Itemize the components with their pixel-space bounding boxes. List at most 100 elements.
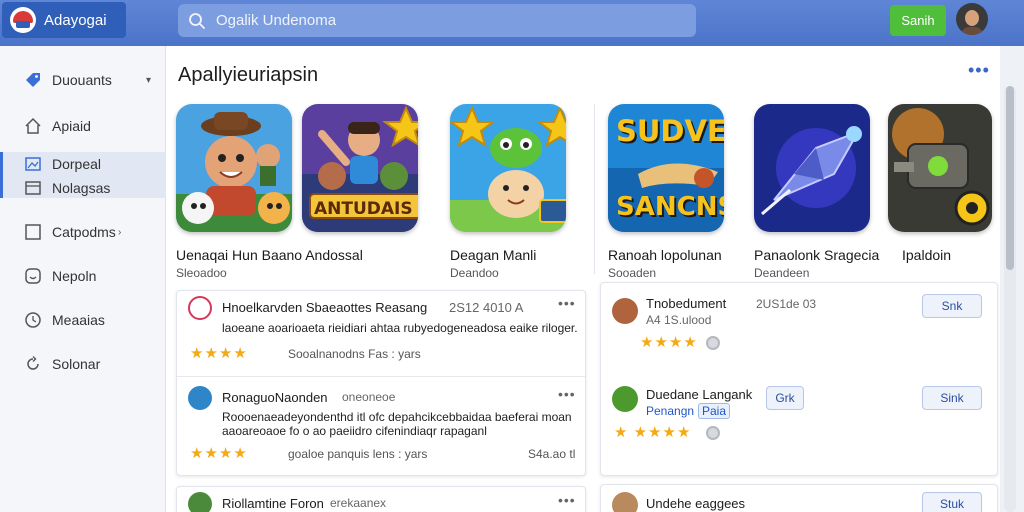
- game-title[interactable]: Ranoah lopolunan: [608, 247, 722, 263]
- review-author[interactable]: RonaguoNaonden: [222, 390, 328, 405]
- app-icon: [612, 298, 638, 324]
- app-icon: [188, 386, 212, 410]
- checkbox-icon: [25, 224, 41, 240]
- game-subtitle: Deandoo: [450, 266, 499, 280]
- refresh-icon: [27, 356, 39, 370]
- chevron-down-icon[interactable]: ▾: [146, 75, 151, 86]
- sidebar-item-label: Apiaid: [52, 118, 91, 134]
- smile-icon: [25, 268, 41, 284]
- review-author[interactable]: Undehe eaggees: [646, 496, 745, 511]
- sidebar-item-label: Nepoln: [52, 268, 97, 284]
- dino-art-icon: [450, 104, 566, 232]
- tag-badge[interactable]: Paia: [698, 403, 731, 419]
- spaceship-art-icon: [754, 104, 870, 232]
- game-title[interactable]: Panaolonk Sragecia: [754, 247, 879, 263]
- sidebar-item-label: Duouants: [52, 72, 112, 88]
- search-input[interactable]: [216, 12, 686, 29]
- review-size: S4a.ao tl: [528, 447, 576, 461]
- star-rating-icons: ★★★★: [190, 345, 248, 362]
- column-divider: [594, 104, 595, 274]
- sidebar-item-label: Solonar: [52, 356, 101, 372]
- game-tile-antuouais[interactable]: ANTUDAIS: [302, 104, 418, 232]
- badge-icon: [706, 336, 720, 350]
- review-meta: goaloe panquis lens : yars: [288, 447, 428, 461]
- star-rating: ★★★★: [640, 333, 698, 351]
- review-action-button[interactable]: Sink: [922, 386, 982, 410]
- game-subtitle: Sleoadoo: [176, 266, 227, 280]
- review-date: erekaanex: [330, 496, 387, 510]
- sidebar-item-meaaias[interactable]: Meaaias: [0, 308, 166, 332]
- header-action-button[interactable]: Sanih: [890, 5, 946, 36]
- sidebar-item-dorpeal[interactable]: Dorpeal: [0, 152, 166, 176]
- scrollbar-thumb[interactable]: [1006, 86, 1014, 270]
- sidebar-item-label: Catpodms: [52, 224, 116, 240]
- tile-art-text: ANTUDAIS: [314, 199, 413, 219]
- app-icon: [612, 492, 638, 512]
- sidebar-item-catpodms[interactable]: Catpodms ›: [0, 220, 166, 244]
- home-icon: [25, 117, 41, 134]
- sidebar: Duouants ▾ Apiaid Dorpeal Nolagsas Catpo…: [0, 46, 166, 512]
- review-date: 2US1de 03: [756, 297, 817, 311]
- game-tile-robot[interactable]: [888, 104, 992, 232]
- sidebar-item-duouants[interactable]: Duouants ▾: [0, 68, 166, 92]
- review-action-button[interactable]: Snk: [922, 294, 982, 318]
- adventure-art-icon: [176, 104, 292, 232]
- review-author[interactable]: Hnoelkarvden Sbaeaottes Reasang: [222, 300, 427, 315]
- window-icon: [25, 181, 41, 195]
- game-title[interactable]: Uenaqai Hun Baano Andossal: [176, 247, 363, 263]
- game-title[interactable]: Ipaldoin: [902, 247, 951, 263]
- more-options-icon[interactable]: •••: [558, 492, 576, 508]
- sidebar-item-apiaid[interactable]: Apiaid: [0, 114, 166, 138]
- game-tile-sudve[interactable]: SUDVE SANCNS: [608, 104, 724, 232]
- clock-icon: [25, 312, 41, 328]
- review-text: aaoareoaoe fo o ao paeiidro cifenindiaqr…: [222, 424, 487, 438]
- top-bar: Adayogai Sanih: [0, 0, 1024, 46]
- game-subtitle: Deandeen: [754, 266, 810, 280]
- scrollbar[interactable]: [1004, 86, 1016, 512]
- sidebar-item-nepoln[interactable]: Nepoln: [0, 264, 166, 288]
- review-text: laoeane aoarioaeta rieidiari ahtaa rubye…: [222, 321, 578, 335]
- game-tile-adventure[interactable]: [176, 104, 292, 232]
- image-icon: [25, 157, 41, 171]
- sidebar-item-label: Nolagsas: [52, 180, 111, 196]
- app-icon: [188, 492, 212, 512]
- review-side-button[interactable]: Grk: [766, 386, 804, 410]
- review-author[interactable]: Tnobedument: [646, 296, 726, 311]
- review-action-button[interactable]: Stuk: [922, 492, 982, 512]
- user-avatar[interactable]: [956, 3, 988, 35]
- star-rating: ★★★★: [190, 344, 248, 362]
- review-author[interactable]: Duedane Langank: [646, 387, 752, 402]
- star-rating: ★ ★★★★: [614, 423, 691, 441]
- game-tile-dino[interactable]: [450, 104, 566, 232]
- star-rating-icons: ★ ★★★★: [614, 424, 692, 441]
- more-options-icon[interactable]: •••: [558, 386, 576, 402]
- star-rating-icons: ★★★★: [190, 445, 248, 462]
- robot-art-icon: [888, 104, 992, 232]
- app-icon: [612, 386, 638, 412]
- more-options-icon[interactable]: •••: [968, 60, 990, 81]
- game-title[interactable]: Deagan Manli: [450, 247, 536, 263]
- tag-icon: [26, 73, 40, 87]
- star-rating: ★★★★: [190, 444, 248, 462]
- review-date: 2S12 4010 A: [449, 300, 524, 315]
- app-logo: [10, 7, 36, 33]
- game-tile-spaceship[interactable]: [754, 104, 870, 232]
- row-divider: [177, 376, 585, 377]
- page-title: Apallyieuriapsin: [178, 64, 319, 86]
- sidebar-item-nolagsas[interactable]: Nolagsas: [0, 176, 166, 200]
- review-text: Roooenaeadeyondenthd itl ofc depahcikceb…: [222, 410, 572, 424]
- sidebar-item-label: Dorpeal: [52, 156, 102, 172]
- review-label: Penangn: [646, 404, 695, 418]
- review-date: oneoneoe: [342, 390, 396, 404]
- tile-art-text-bottom: SANCNS: [616, 192, 724, 222]
- chevron-right-icon[interactable]: ›: [118, 227, 121, 238]
- review-sub: A4 1S.ulood: [646, 313, 712, 327]
- review-author[interactable]: Riollamtine Foron: [222, 496, 324, 511]
- more-options-icon[interactable]: •••: [558, 295, 576, 311]
- app-brand[interactable]: Adayogai: [2, 2, 126, 38]
- app-name: Adayogai: [44, 11, 107, 29]
- sidebar-item-solonar[interactable]: Solonar: [0, 352, 166, 376]
- tile-art-text-top: SUDVE: [616, 114, 724, 148]
- review-meta: Sooalnanodns Fas : yars: [288, 347, 421, 361]
- star-rating-icons: ★★★★: [640, 334, 698, 351]
